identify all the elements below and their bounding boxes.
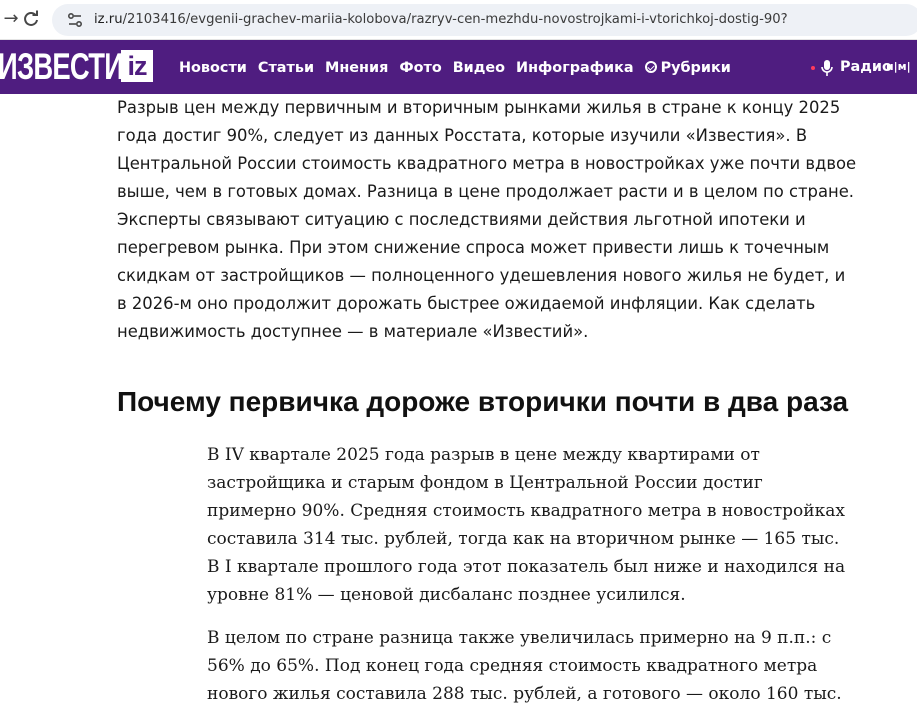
nav-item-infographics[interactable]: Инфографика [516,58,634,78]
nav-item-news[interactable]: Новости [179,58,247,78]
rubrics-label: Рубрики [660,60,731,76]
article-paragraph: В IV квартале 2025 года разрыв в цене ме… [207,445,846,605]
url-host: iz.ru [94,12,123,27]
nav-item-articles[interactable]: Статьи [258,58,314,78]
logo-badge[interactable]: iz [121,50,153,82]
article-lead: Разрыв цен между первичным и вторичным р… [117,98,857,341]
site-info-icon[interactable] [66,11,84,29]
url-text[interactable]: iz.ru/2103416/evgenii-grachev-mariia-kol… [94,11,788,29]
nav-item-video[interactable]: Видео [453,58,505,78]
url-path: /2103416/evgenii-grachev-mariia-kolobova… [122,12,788,27]
radio-link[interactable]: Радио [840,57,892,77]
partner-logos[interactable]: ʜ|ᴍ| [886,60,911,74]
rubrics-check-icon [644,61,657,73]
reload-icon[interactable] [20,8,42,30]
address-bar[interactable]: iz.ru/2103416/evgenii-grachev-mariia-kol… [52,4,917,36]
nav-item-rubrics[interactable]: Рубрики [644,58,731,78]
browser-toolbar: → iz.ru/2103416/evgenii-grachev-mariia-k… [0,0,917,40]
site-header: ИЗВЕСТИЯ iz Новости Статьи Мнения Фото Видео… [0,40,917,94]
article-paragraph: В целом по стране разница также увеличил… [207,628,842,704]
main-nav: Новости Статьи Мнения Фото Видео Инфографика Р… [179,57,742,78]
live-dot-icon [811,66,815,70]
nav-item-opinions[interactable]: Мнения [325,58,388,78]
nav-item-photo[interactable]: Фото [399,58,441,78]
microphone-icon[interactable] [820,59,834,77]
section-heading: Почему первичка дороже вторички почти в … [117,386,849,417]
forward-icon[interactable]: → [0,8,22,30]
